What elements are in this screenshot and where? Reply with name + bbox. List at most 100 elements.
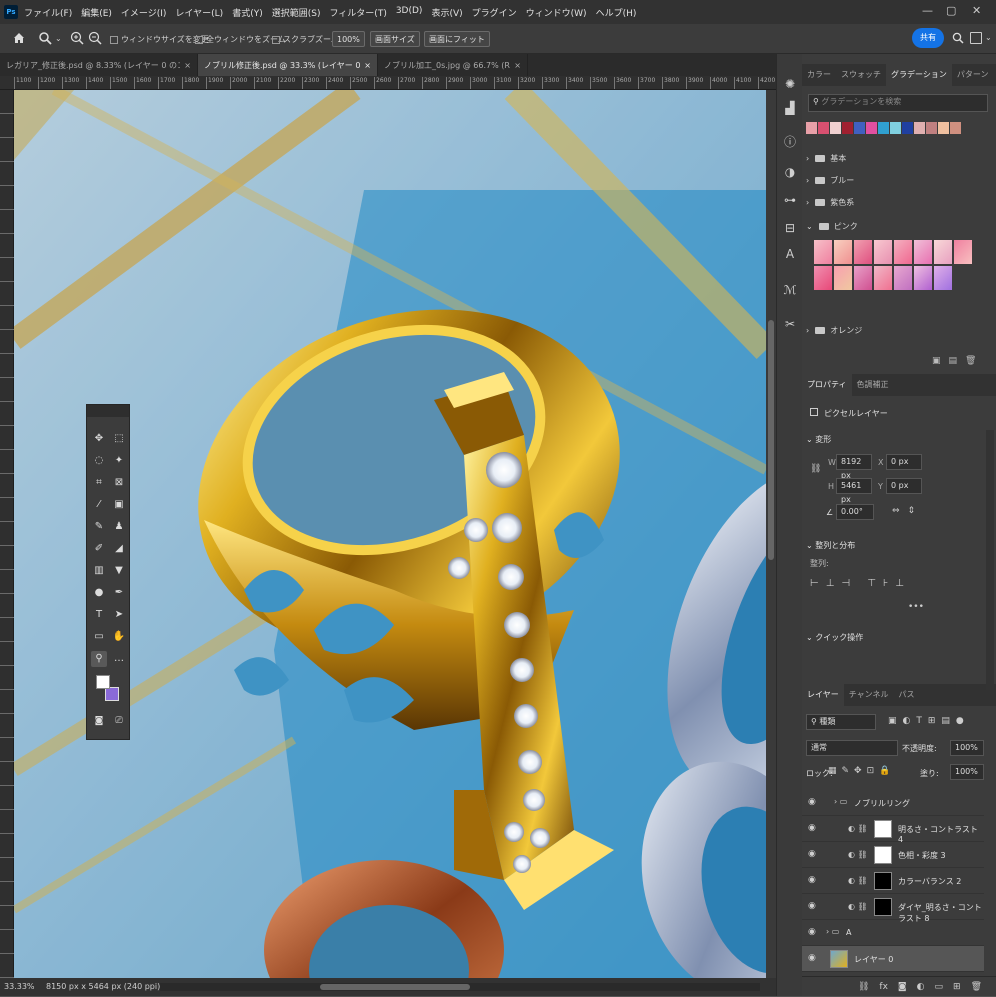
hscroll-thumb[interactable]: [320, 984, 470, 990]
width-field[interactable]: 8192 px: [836, 454, 872, 480]
workspace-chevron-icon[interactable]: ⌄: [985, 33, 992, 42]
recent-gradient-swatch[interactable]: [866, 122, 877, 134]
y-field[interactable]: 0 px: [886, 478, 922, 494]
glyph-icon[interactable]: ℳ: [782, 282, 798, 298]
link-icon[interactable]: ⛓: [858, 977, 869, 997]
chevron-down-icon[interactable]: ⌄: [55, 34, 62, 43]
zoom-100-button[interactable]: 100%: [332, 31, 365, 47]
zoom-tool-icon[interactable]: [38, 31, 54, 47]
visibility-eye-icon[interactable]: ◉: [808, 954, 818, 963]
share-button[interactable]: 共有: [912, 28, 944, 48]
quick-select-icon[interactable]: ✦: [111, 453, 127, 469]
close-window-button[interactable]: ✕: [972, 4, 981, 17]
tab-layers[interactable]: レイヤー: [802, 684, 844, 706]
menu-item-9[interactable]: プラグイン: [472, 6, 517, 19]
hand-tool-icon[interactable]: ✋: [111, 629, 127, 645]
eyedropper-icon[interactable]: ⁄: [91, 497, 107, 513]
stamp-tool-icon[interactable]: ♟: [111, 519, 127, 535]
healing-brush-icon[interactable]: ▣: [111, 497, 127, 513]
gradient-swatch[interactable]: [874, 266, 892, 290]
recent-gradient-swatch[interactable]: [950, 122, 961, 134]
trash-icon[interactable]: 🗑: [971, 977, 982, 997]
recent-gradient-swatch[interactable]: [878, 122, 889, 134]
link-icon[interactable]: ⛓: [810, 464, 821, 474]
gradient-swatch[interactable]: [854, 266, 872, 290]
menu-item-3[interactable]: レイヤー(L): [175, 6, 223, 19]
tools-crossed-icon[interactable]: ✂: [782, 316, 798, 332]
pen-tool-icon[interactable]: ✒: [111, 585, 127, 601]
zoom-level[interactable]: 33.33%: [4, 982, 35, 991]
minimize-button[interactable]: —: [922, 4, 933, 17]
fill-screen-button[interactable]: 画面にフィット: [424, 31, 490, 47]
toolbox-header[interactable]: [87, 405, 129, 417]
visibility-eye-icon[interactable]: ◉: [808, 850, 818, 859]
crop-tool-icon[interactable]: ⌗: [91, 475, 107, 491]
menu-item-7[interactable]: 3D(D): [396, 6, 423, 19]
gradient-panel-footer-icons[interactable]: ▣▤🗑: [932, 356, 984, 366]
tab-gradients[interactable]: グラデーション: [886, 64, 952, 86]
vertical-scrollbar[interactable]: [766, 90, 776, 978]
layer-kind-filter[interactable]: ⚲ 種類: [806, 714, 876, 730]
recent-gradient-swatch[interactable]: [890, 122, 901, 134]
menu-item-6[interactable]: フィルター(T): [329, 6, 386, 19]
tab-properties[interactable]: プロパティ: [802, 374, 852, 396]
gradient-swatch[interactable]: [954, 240, 972, 264]
flip-icons[interactable]: ⇔⇕: [892, 506, 923, 516]
character-icon[interactable]: A: [782, 246, 798, 262]
gradient-search-input[interactable]: ⚲ グラデーションを検索: [808, 94, 988, 112]
gradient-swatch[interactable]: [934, 266, 952, 290]
new-layer-icon[interactable]: ⊞: [953, 977, 961, 997]
marquee-tool-icon[interactable]: ⬚: [111, 431, 127, 447]
x-field[interactable]: 0 px: [886, 454, 922, 470]
tab-close-icon[interactable]: ×: [184, 61, 191, 70]
menu-item-0[interactable]: ファイル(F): [24, 6, 72, 19]
visibility-eye-icon[interactable]: ◉: [808, 928, 818, 937]
tab-color[interactable]: カラー: [802, 64, 836, 86]
layer-filter-icons[interactable]: ▣◐T⊞▤●: [888, 716, 970, 726]
gradient-folder-orange[interactable]: › オレンジ: [806, 320, 984, 340]
align-buttons[interactable]: ⊢⊥⊣ ⊤⊦⊥: [810, 578, 911, 589]
tab-paths[interactable]: パス: [894, 684, 920, 706]
layer-row[interactable]: ◉ ◐ ⛓ ダイヤ_明るさ・コントラスト 8: [802, 894, 984, 923]
recent-gradient-swatch[interactable]: [926, 122, 937, 134]
gradient-swatch[interactable]: [914, 266, 932, 290]
recent-gradient-swatch[interactable]: [938, 122, 949, 134]
horizontal-scrollbar[interactable]: [160, 983, 760, 991]
brush-tool-icon[interactable]: ✎: [91, 519, 107, 535]
tab-adjustments[interactable]: 色調補正: [852, 374, 894, 396]
gradient-swatch[interactable]: [854, 240, 872, 264]
tab-document-1[interactable]: レガリア_修正後.psd @ 8.33% (レイヤー 0 のコピー, CMYK/…: [0, 54, 198, 76]
tab-document-2[interactable]: ノブリル修正後.psd @ 33.3% (レイヤー 0, CMYK/8) *×: [198, 54, 378, 76]
frame-tool-icon[interactable]: ⊠: [111, 475, 127, 491]
zoom-tool-selected-icon[interactable]: ⚲: [91, 651, 107, 667]
menu-item-1[interactable]: 編集(E): [81, 6, 112, 19]
visibility-eye-icon[interactable]: ◉: [808, 824, 818, 833]
gradient-tool-icon[interactable]: ▥: [91, 563, 107, 579]
gradient-swatch[interactable]: [894, 240, 912, 264]
shape-tool-icon[interactable]: ▭: [91, 629, 107, 645]
menu-item-10[interactable]: ウィンドウ(W): [526, 6, 587, 19]
menu-item-8[interactable]: 表示(V): [431, 6, 462, 19]
tab-swatches[interactable]: スウォッチ: [836, 64, 886, 86]
gradient-swatch[interactable]: [834, 266, 852, 290]
screen-mode-icon[interactable]: ⎚: [111, 713, 127, 729]
mask-icon[interactable]: ◙: [898, 977, 907, 997]
fill-field[interactable]: 100%: [950, 764, 984, 780]
recent-gradient-swatch[interactable]: [830, 122, 841, 134]
recent-gradient-swatch[interactable]: [806, 122, 817, 134]
menu-item-4[interactable]: 書式(Y): [232, 6, 263, 19]
more-tools-icon[interactable]: …: [111, 651, 127, 667]
properties-scrollbar[interactable]: [986, 430, 994, 690]
path-select-icon[interactable]: ➤: [111, 607, 127, 623]
menu-item-5[interactable]: 選択範囲(S): [272, 6, 321, 19]
gradient-folder-blue[interactable]: › ブルー: [806, 170, 984, 190]
blend-mode-select[interactable]: 通常: [806, 740, 898, 756]
lasso-tool-icon[interactable]: ◌: [91, 453, 107, 469]
fit-screen-button[interactable]: 画面サイズ: [370, 31, 420, 47]
search-icon[interactable]: [952, 32, 964, 44]
quick-mask-icon[interactable]: ◙: [91, 713, 107, 729]
adjustment-icon[interactable]: ◐: [917, 977, 925, 997]
layer-row[interactable]: ◉ ◐ ⛓ カラーバランス 2: [802, 868, 984, 894]
home-icon[interactable]: [12, 31, 26, 45]
tab-patterns[interactable]: パターン: [952, 64, 994, 86]
